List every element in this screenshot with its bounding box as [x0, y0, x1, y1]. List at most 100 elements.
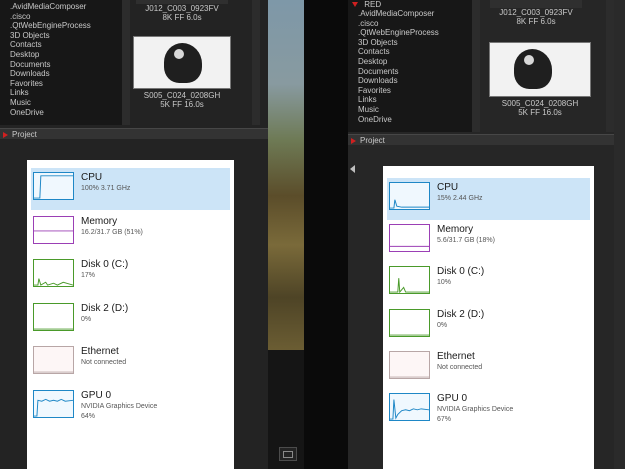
link-button[interactable] [279, 447, 297, 461]
perf-subtitle: 5.6/31.7 GB (18%) [437, 237, 495, 245]
perf-title: Disk 2 (D:) [437, 308, 485, 320]
folder-item[interactable]: .AvidMediaComposer [348, 9, 472, 19]
folder-item[interactable]: Favorites [0, 79, 122, 89]
folder-item[interactable]: Contacts [0, 40, 122, 50]
folder-item[interactable]: 3D Objects [348, 38, 472, 48]
folder-item[interactable]: .QtWebEngineProcess [0, 21, 122, 31]
folder-item[interactable]: .cisco [0, 12, 122, 22]
perf-item-disk0[interactable]: Disk 0 (C:) 10% [387, 262, 590, 304]
clip-thumbnail [490, 0, 582, 8]
project-label: Project [12, 130, 37, 139]
perf-item-gpu[interactable]: GPU 0 NVIDIA Graphics Device 64% [31, 386, 230, 428]
clip-tile[interactable]: S005_C024_0208GH 5K FF 16.0s [128, 36, 236, 109]
window-gap [304, 0, 348, 469]
expand-arrow-icon [352, 2, 358, 8]
gpu-mini-graph [389, 393, 430, 421]
perf-title: Ethernet [81, 346, 119, 357]
folder-item[interactable]: Contacts [348, 47, 472, 57]
perf-item-disk2[interactable]: Disk 2 (D:) 0% [387, 305, 590, 347]
clip-meta: 8K FF 6.0s [162, 13, 202, 22]
project-panel-header[interactable]: Project [0, 128, 268, 139]
folder-item[interactable]: 3D Objects [0, 31, 122, 41]
folder-item[interactable]: Documents [0, 60, 122, 70]
folder-list: .AvidMediaComposer .cisco .QtWebEngineProc… [0, 0, 123, 125]
perf-item-gpu[interactable]: GPU 0 NVIDIA Graphics Device 67% [387, 389, 590, 431]
folder-item[interactable]: OneDrive [0, 108, 122, 118]
clip-name: J012_C003_0923FV [145, 4, 219, 13]
graph-line [390, 199, 429, 209]
perf-subtitle: 100% 3.71 GHz [81, 185, 131, 192]
perf-subtitle: NVIDIA Graphics Device [81, 402, 158, 410]
collapse-arrow-icon [351, 138, 356, 144]
eth-mini-graph [389, 350, 430, 379]
task-manager-panel: CPU 15% 2.44 GHz Memory 5.6/31.7 GB (18%) Di… [383, 166, 594, 469]
perf-title: CPU [81, 172, 103, 183]
perf-title: GPU 0 [437, 393, 468, 404]
perf-item-eth[interactable]: Ethernet Not connected [387, 347, 590, 389]
perf-title: CPU [437, 182, 459, 193]
clip-tile[interactable]: J012_C003_0923FV 8K FF 6.0s [482, 0, 590, 26]
link-icon [283, 451, 293, 458]
perf-item-disk2[interactable]: Disk 2 (D:) 0% [31, 299, 230, 341]
folder-item[interactable]: .AvidMediaComposer [0, 2, 122, 12]
folder-item[interactable]: Links [0, 88, 122, 98]
clip-meta: 5K FF 16.0s [518, 108, 562, 117]
clip-thumbnail [489, 42, 591, 97]
clip-name: J012_C003_0923FV [499, 8, 573, 17]
folder-item[interactable]: .cisco [348, 19, 472, 29]
thumbnail-subject [164, 43, 202, 83]
folder-item[interactable]: Desktop [0, 50, 122, 60]
perf-subtitle: 0% [81, 315, 92, 323]
perf-value: 67% [437, 416, 452, 423]
task-manager-panel: CPU 100% 3.71 GHz Memory 16.2/31.7 GB (51%)… [27, 160, 234, 469]
disk0-mini-graph [389, 266, 430, 295]
perf-subtitle: 17% [81, 272, 96, 279]
red-source-header[interactable]: RED [348, 0, 472, 9]
perf-title: Disk 0 (C:) [81, 259, 129, 270]
folder-item[interactable]: Music [348, 105, 472, 115]
clip-tile[interactable]: S005_C024_0208GH 5K FF 16.0s [486, 42, 594, 117]
disk0-mini-graph [33, 259, 74, 287]
perf-subtitle: 0% [437, 321, 448, 329]
project-panel-header[interactable]: Project [348, 134, 614, 145]
clip-name: S005_C024_0208GH [501, 99, 579, 108]
folder-item[interactable]: Downloads [0, 69, 122, 79]
perf-item-mem[interactable]: Memory 5.6/31.7 GB (18%) [387, 220, 590, 262]
folder-item[interactable]: Downloads [348, 76, 472, 86]
clip-name: S005_C024_0208GH [143, 91, 221, 100]
perf-title: Disk 0 (C:) [437, 266, 485, 278]
clip-grid-scrollbar[interactable] [606, 0, 614, 132]
graph-line [34, 278, 73, 286]
perf-value: 64% [81, 412, 96, 420]
graph-line [390, 278, 429, 294]
folder-list-scrollbar[interactable] [472, 0, 480, 132]
graph-line [34, 175, 73, 199]
right-app-window: RED .AvidMediaComposer .cisco .QtWebEngine… [348, 0, 625, 469]
folder-item[interactable]: Links [348, 95, 472, 105]
folder-item[interactable]: Documents [348, 67, 472, 77]
folder-item[interactable]: Music [0, 98, 122, 108]
perf-subtitle: Not connected [437, 363, 483, 371]
perf-title: Disk 2 (D:) [81, 302, 129, 314]
perf-subtitle: 15% 2.44 GHz [437, 195, 483, 202]
mem-mini-graph [33, 215, 74, 244]
background-photo-strip [268, 0, 304, 350]
folder-item[interactable]: Favorites [348, 86, 472, 96]
perf-item-mem[interactable]: Memory 16.2/31.7 GB (51%) [31, 212, 230, 254]
perf-item-cpu[interactable]: CPU 100% 3.71 GHz [31, 168, 230, 210]
perf-item-disk0[interactable]: Disk 0 (C:) 17% [31, 255, 230, 297]
folder-item[interactable]: Desktop [348, 57, 472, 67]
perf-item-eth[interactable]: Ethernet Not connected [31, 342, 230, 384]
cpu-mini-graph [33, 172, 74, 200]
perf-title: Memory [81, 215, 118, 227]
clip-meta: 5K FF 16.0s [160, 100, 204, 109]
mem-mini-graph [389, 224, 430, 253]
clip-grid-scrollbar[interactable] [252, 0, 260, 125]
graph-line [390, 399, 429, 420]
folder-item[interactable]: OneDrive [348, 115, 472, 125]
perf-item-cpu[interactable]: CPU 15% 2.44 GHz [387, 178, 590, 220]
perf-title: GPU 0 [81, 389, 112, 401]
folder-item[interactable]: .QtWebEngineProcess [348, 28, 472, 38]
panel-collapse-arrow-icon[interactable] [350, 165, 355, 173]
clip-tile[interactable]: J012_C003_0923FV 8K FF 6.0s [128, 0, 236, 22]
